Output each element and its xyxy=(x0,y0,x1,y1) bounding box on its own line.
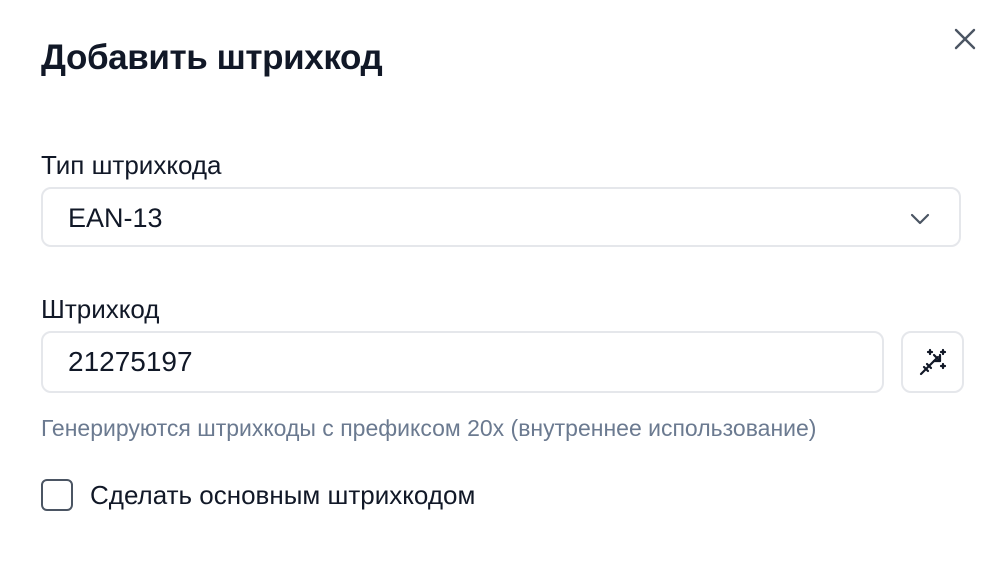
barcode-label: Штрихкод xyxy=(41,294,160,324)
barcode-type-select[interactable]: EAN-13 xyxy=(41,187,961,247)
dialog-title: Добавить штрихкод xyxy=(41,38,383,77)
chevron-down-icon xyxy=(910,213,930,225)
barcode-input[interactable] xyxy=(41,331,884,393)
magic-wand-icon xyxy=(919,348,946,376)
primary-barcode-label[interactable]: Сделать основным штрихкодом xyxy=(90,479,475,511)
close-icon xyxy=(954,28,976,50)
barcode-type-value: EAN-13 xyxy=(68,203,163,233)
primary-barcode-option[interactable]: Сделать основным штрихкодом xyxy=(41,478,475,512)
close-button[interactable] xyxy=(948,22,982,56)
generate-barcode-button[interactable] xyxy=(901,331,964,393)
add-barcode-dialog: Добавить штрихкод Тип штрихкода EAN-13 Ш… xyxy=(0,0,1000,568)
barcode-hint: Генерируются штрихкоды с префиксом 20x (… xyxy=(41,415,817,441)
barcode-type-label: Тип штрихкода xyxy=(41,150,222,180)
primary-barcode-checkbox[interactable] xyxy=(41,479,73,511)
